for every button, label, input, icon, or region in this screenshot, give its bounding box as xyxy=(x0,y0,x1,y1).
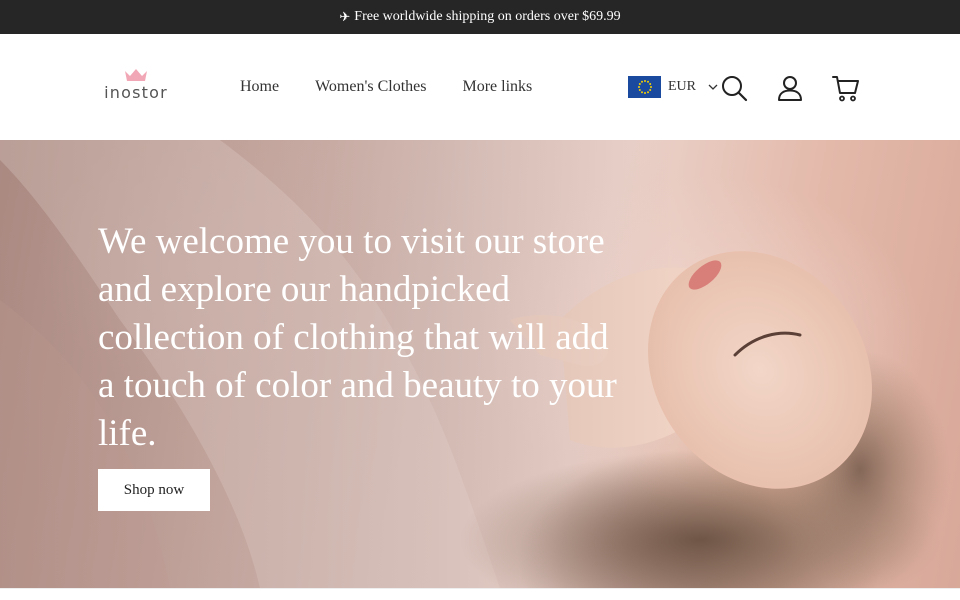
announcement-text: Free worldwide shipping on orders over $… xyxy=(354,9,621,24)
airplane-icon: ✈ xyxy=(339,9,351,25)
nav-link-home[interactable]: Home xyxy=(240,78,279,96)
nav-link-more-links[interactable]: More links xyxy=(462,78,532,96)
currency-code: EUR xyxy=(668,79,696,94)
main-nav: Home Women's Clothes More links xyxy=(240,78,568,96)
account-icon[interactable] xyxy=(776,74,804,102)
logo-text: inostor xyxy=(104,83,168,102)
cart-icon[interactable] xyxy=(832,74,860,102)
site-header: inostor Home Women's Clothes More links … xyxy=(0,34,960,140)
search-icon[interactable] xyxy=(720,74,748,102)
nav-link-womens-clothes[interactable]: Women's Clothes xyxy=(315,78,426,96)
shop-now-button[interactable]: Shop now xyxy=(98,469,210,511)
crown-icon xyxy=(125,69,147,81)
store-logo[interactable]: inostor xyxy=(100,68,172,108)
hero-banner: We welcome you to visit our store and ex… xyxy=(0,140,960,588)
page-bottom xyxy=(0,588,960,600)
hero-title: We welcome you to visit our store and ex… xyxy=(98,221,617,454)
currency-selector[interactable]: EUR xyxy=(628,76,718,98)
chevron-down-icon xyxy=(708,84,718,90)
announcement-bar: ✈ Free worldwide shipping on orders over… xyxy=(0,0,960,34)
eu-flag-icon xyxy=(628,76,661,98)
